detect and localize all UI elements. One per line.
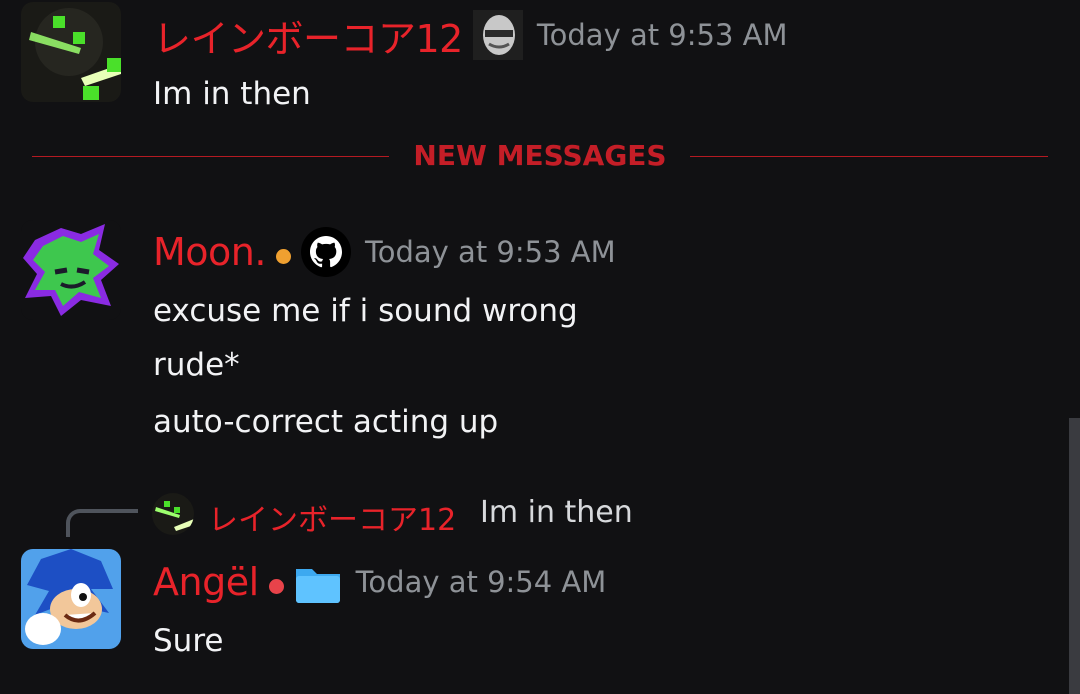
message-header: レインボーコア12 Today at 9:53 AM xyxy=(153,8,788,63)
folder-icon xyxy=(294,557,342,607)
new-messages-divider: NEW MESSAGES xyxy=(32,137,1048,177)
avatar-image xyxy=(21,2,121,102)
avatar-image xyxy=(21,220,121,320)
message-text: auto-correct acting up xyxy=(153,404,499,440)
message-text: Sure xyxy=(153,623,224,659)
status-dnd-dot xyxy=(268,578,284,594)
message-text: excuse me if i sound wrong xyxy=(153,293,578,329)
github-icon xyxy=(300,227,351,277)
username[interactable]: レインボーコア12 xyxy=(153,8,463,63)
reply-avatar xyxy=(152,493,194,535)
divider-line-right xyxy=(690,156,1048,157)
reply-connector xyxy=(66,509,138,537)
reply-reference[interactable]: レインボーコア12 Im in then xyxy=(66,493,766,539)
avatar-image xyxy=(21,549,121,649)
message-header: Angël Today at 9:54 AM xyxy=(153,557,606,607)
message-text: rude* xyxy=(153,347,240,383)
username[interactable]: Angël xyxy=(153,560,259,604)
avatar[interactable] xyxy=(21,549,121,649)
message-header: Moon. Today at 9:53 AM xyxy=(153,227,616,277)
timestamp: Today at 9:53 AM xyxy=(536,18,788,52)
avatar[interactable] xyxy=(21,2,121,102)
reply-username[interactable]: レインボーコア12 xyxy=(208,495,456,539)
status-idle-dot xyxy=(275,248,291,264)
scrollbar[interactable] xyxy=(1069,418,1080,694)
timestamp: Today at 9:53 AM xyxy=(364,235,616,269)
reply-text[interactable]: Im in then xyxy=(480,495,633,530)
avatar[interactable] xyxy=(21,220,121,320)
timestamp: Today at 9:54 AM xyxy=(355,565,607,599)
username[interactable]: Moon. xyxy=(153,230,266,274)
masked-face-icon xyxy=(472,10,523,60)
message-text: Im in then xyxy=(153,76,311,112)
